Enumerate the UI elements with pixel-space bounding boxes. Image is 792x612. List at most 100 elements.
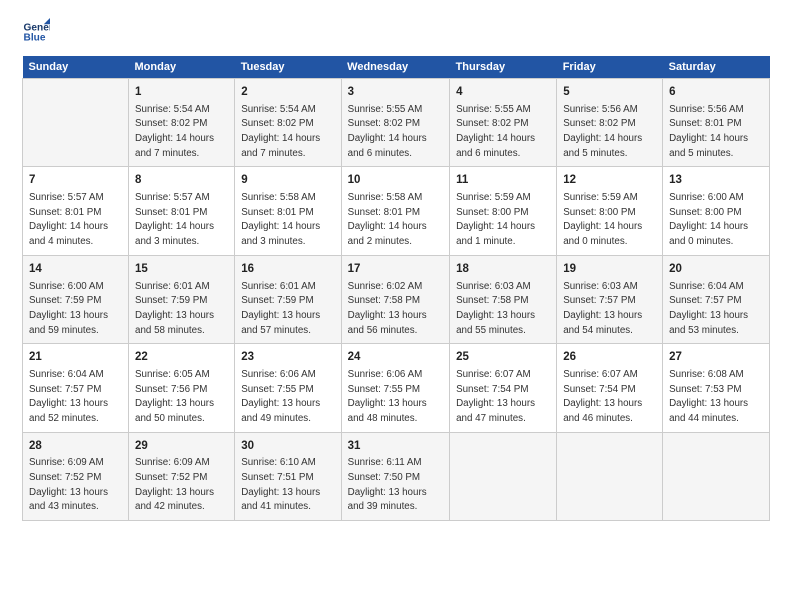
day-info: Sunrise: 6:00 AM Sunset: 8:00 PM Dayligh… — [669, 191, 763, 250]
svg-text:Blue: Blue — [24, 33, 46, 44]
calendar-cell: 9 Sunrise: 5:58 AM Sunset: 8:01 PM Daylig… — [235, 167, 341, 255]
day-number: 10 — [348, 172, 443, 189]
calendar-cell — [663, 432, 770, 520]
day-info: Sunrise: 5:58 AM Sunset: 8:01 PM Dayligh… — [348, 191, 443, 250]
day-number: 27 — [669, 349, 763, 366]
day-info: Sunrise: 5:54 AM Sunset: 8:02 PM Dayligh… — [135, 103, 228, 162]
day-number: 9 — [241, 172, 334, 189]
calendar-cell: 1 Sunrise: 5:54 AM Sunset: 8:02 PM Daylig… — [129, 79, 235, 167]
day-number: 11 — [456, 172, 550, 189]
calendar-cell: 19 Sunrise: 6:03 AM Sunset: 7:57 PM Dayli… — [557, 255, 663, 343]
calendar-cell: 10 Sunrise: 5:58 AM Sunset: 8:01 PM Dayli… — [341, 167, 449, 255]
day-number: 8 — [135, 172, 228, 189]
day-number: 19 — [563, 261, 656, 278]
col-header-monday: Monday — [129, 56, 235, 79]
day-info: Sunrise: 5:59 AM Sunset: 8:00 PM Dayligh… — [456, 191, 550, 250]
day-info: Sunrise: 5:58 AM Sunset: 8:01 PM Dayligh… — [241, 191, 334, 250]
calendar-cell: 5 Sunrise: 5:56 AM Sunset: 8:02 PM Daylig… — [557, 79, 663, 167]
calendar-cell — [23, 79, 129, 167]
day-number: 1 — [135, 84, 228, 101]
col-header-thursday: Thursday — [450, 56, 557, 79]
day-number: 7 — [29, 172, 122, 189]
week-row-4: 21 Sunrise: 6:04 AM Sunset: 7:57 PM Dayli… — [23, 344, 770, 432]
day-info: Sunrise: 5:59 AM Sunset: 8:00 PM Dayligh… — [563, 191, 656, 250]
calendar-cell: 27 Sunrise: 6:08 AM Sunset: 7:53 PM Dayli… — [663, 344, 770, 432]
day-info: Sunrise: 6:04 AM Sunset: 7:57 PM Dayligh… — [29, 368, 122, 427]
day-number: 18 — [456, 261, 550, 278]
day-info: Sunrise: 6:03 AM Sunset: 7:58 PM Dayligh… — [456, 280, 550, 339]
day-number: 15 — [135, 261, 228, 278]
day-info: Sunrise: 6:07 AM Sunset: 7:54 PM Dayligh… — [456, 368, 550, 427]
day-number: 23 — [241, 349, 334, 366]
day-info: Sunrise: 5:57 AM Sunset: 8:01 PM Dayligh… — [29, 191, 122, 250]
calendar-cell: 22 Sunrise: 6:05 AM Sunset: 7:56 PM Dayli… — [129, 344, 235, 432]
day-number: 29 — [135, 438, 228, 455]
day-info: Sunrise: 6:00 AM Sunset: 7:59 PM Dayligh… — [29, 280, 122, 339]
calendar-cell — [450, 432, 557, 520]
day-number: 25 — [456, 349, 550, 366]
calendar-cell: 23 Sunrise: 6:06 AM Sunset: 7:55 PM Dayli… — [235, 344, 341, 432]
page-header: General Blue — [22, 18, 770, 46]
calendar-cell: 26Sunrise: 6:07 AM Sunset: 7:54 PM Dayli… — [557, 344, 663, 432]
day-info: Sunrise: 5:57 AM Sunset: 8:01 PM Dayligh… — [135, 191, 228, 250]
calendar-cell: 3 Sunrise: 5:55 AM Sunset: 8:02 PM Daylig… — [341, 79, 449, 167]
calendar-cell: 4 Sunrise: 5:55 AM Sunset: 8:02 PM Daylig… — [450, 79, 557, 167]
day-number: 17 — [348, 261, 443, 278]
calendar-header-row: SundayMondayTuesdayWednesdayThursdayFrid… — [23, 56, 770, 79]
week-row-2: 7 Sunrise: 5:57 AM Sunset: 8:01 PM Daylig… — [23, 167, 770, 255]
day-number: 3 — [348, 84, 443, 101]
calendar-cell: 8 Sunrise: 5:57 AM Sunset: 8:01 PM Daylig… — [129, 167, 235, 255]
logo: General Blue — [22, 18, 54, 46]
day-number: 21 — [29, 349, 122, 366]
calendar-cell: 29Sunrise: 6:09 AM Sunset: 7:52 PM Dayli… — [129, 432, 235, 520]
day-info: Sunrise: 6:09 AM Sunset: 7:52 PM Dayligh… — [29, 456, 122, 515]
day-info: Sunrise: 5:55 AM Sunset: 8:02 PM Dayligh… — [456, 103, 550, 162]
calendar-cell: 17 Sunrise: 6:02 AM Sunset: 7:58 PM Dayli… — [341, 255, 449, 343]
day-info: Sunrise: 6:06 AM Sunset: 7:55 PM Dayligh… — [241, 368, 334, 427]
day-info: Sunrise: 5:56 AM Sunset: 8:02 PM Dayligh… — [563, 103, 656, 162]
day-number: 22 — [135, 349, 228, 366]
calendar-cell: 13Sunrise: 6:00 AM Sunset: 8:00 PM Dayli… — [663, 167, 770, 255]
day-number: 5 — [563, 84, 656, 101]
week-row-5: 28Sunrise: 6:09 AM Sunset: 7:52 PM Dayli… — [23, 432, 770, 520]
day-info: Sunrise: 6:08 AM Sunset: 7:53 PM Dayligh… — [669, 368, 763, 427]
calendar-cell: 25 Sunrise: 6:07 AM Sunset: 7:54 PM Dayli… — [450, 344, 557, 432]
calendar-cell: 12 Sunrise: 5:59 AM Sunset: 8:00 PM Dayli… — [557, 167, 663, 255]
calendar-cell: 31Sunrise: 6:11 AM Sunset: 7:50 PM Dayli… — [341, 432, 449, 520]
col-header-sunday: Sunday — [23, 56, 129, 79]
day-number: 31 — [348, 438, 443, 455]
day-info: Sunrise: 5:55 AM Sunset: 8:02 PM Dayligh… — [348, 103, 443, 162]
calendar-cell — [557, 432, 663, 520]
day-number: 30 — [241, 438, 334, 455]
day-number: 26 — [563, 349, 656, 366]
day-number: 4 — [456, 84, 550, 101]
day-info: Sunrise: 6:05 AM Sunset: 7:56 PM Dayligh… — [135, 368, 228, 427]
week-row-1: 1 Sunrise: 5:54 AM Sunset: 8:02 PM Daylig… — [23, 79, 770, 167]
day-number: 12 — [563, 172, 656, 189]
calendar-cell: 30Sunrise: 6:10 AM Sunset: 7:51 PM Dayli… — [235, 432, 341, 520]
col-header-wednesday: Wednesday — [341, 56, 449, 79]
calendar-cell: 21 Sunrise: 6:04 AM Sunset: 7:57 PM Dayli… — [23, 344, 129, 432]
calendar-cell: 16 Sunrise: 6:01 AM Sunset: 7:59 PM Dayli… — [235, 255, 341, 343]
calendar-cell: 7 Sunrise: 5:57 AM Sunset: 8:01 PM Daylig… — [23, 167, 129, 255]
day-info: Sunrise: 6:02 AM Sunset: 7:58 PM Dayligh… — [348, 280, 443, 339]
day-info: Sunrise: 6:11 AM Sunset: 7:50 PM Dayligh… — [348, 456, 443, 515]
day-info: Sunrise: 5:54 AM Sunset: 8:02 PM Dayligh… — [241, 103, 334, 162]
logo-icon: General Blue — [22, 18, 50, 46]
calendar-cell: 18 Sunrise: 6:03 AM Sunset: 7:58 PM Dayli… — [450, 255, 557, 343]
day-info: Sunrise: 6:03 AM Sunset: 7:57 PM Dayligh… — [563, 280, 656, 339]
day-info: Sunrise: 6:10 AM Sunset: 7:51 PM Dayligh… — [241, 456, 334, 515]
day-number: 16 — [241, 261, 334, 278]
day-number: 2 — [241, 84, 334, 101]
day-info: Sunrise: 6:09 AM Sunset: 7:52 PM Dayligh… — [135, 456, 228, 515]
day-info: Sunrise: 5:56 AM Sunset: 8:01 PM Dayligh… — [669, 103, 763, 162]
day-info: Sunrise: 6:04 AM Sunset: 7:57 PM Dayligh… — [669, 280, 763, 339]
calendar-cell: 20Sunrise: 6:04 AM Sunset: 7:57 PM Dayli… — [663, 255, 770, 343]
day-info: Sunrise: 6:06 AM Sunset: 7:55 PM Dayligh… — [348, 368, 443, 427]
calendar-cell: 2 Sunrise: 5:54 AM Sunset: 8:02 PM Daylig… — [235, 79, 341, 167]
day-info: Sunrise: 6:01 AM Sunset: 7:59 PM Dayligh… — [241, 280, 334, 339]
col-header-tuesday: Tuesday — [235, 56, 341, 79]
calendar-cell: 14Sunrise: 6:00 AM Sunset: 7:59 PM Dayli… — [23, 255, 129, 343]
day-number: 24 — [348, 349, 443, 366]
day-number: 6 — [669, 84, 763, 101]
